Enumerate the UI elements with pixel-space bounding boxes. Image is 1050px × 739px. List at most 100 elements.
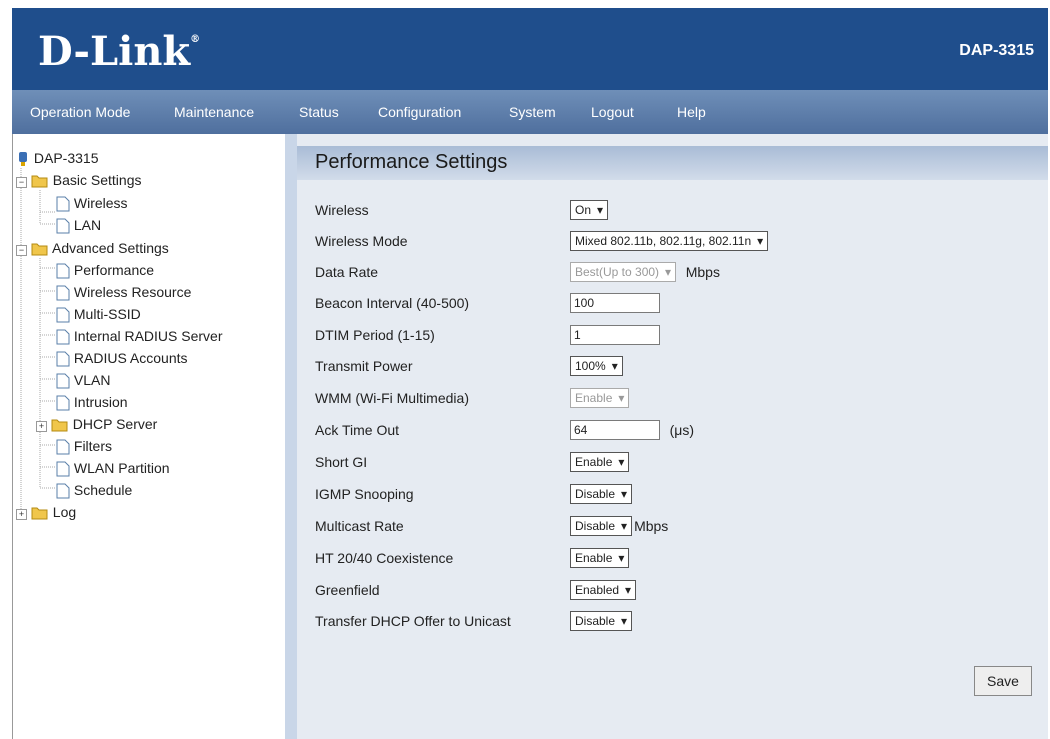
label-beacon-interval: Beacon Interval (40-500) bbox=[315, 295, 470, 311]
tree-item-schedule[interactable]: Schedule bbox=[56, 482, 132, 499]
menu-operation-mode[interactable]: Operation Mode bbox=[30, 104, 130, 120]
tree-item-multi-ssid[interactable]: Multi-SSID bbox=[56, 306, 141, 323]
label-ack-timeout: Ack Time Out bbox=[315, 422, 400, 438]
wireless-mode-select[interactable]: Mixed 802.11b, 802.11g, 802.11n ▾ bbox=[570, 231, 769, 251]
dtim-period-input[interactable]: 1 bbox=[570, 325, 660, 345]
ack-timeout-input[interactable]: 64 bbox=[570, 420, 660, 440]
short-gi-wrap: Enable ▾ bbox=[570, 452, 630, 472]
beacon-interval-input[interactable]: 100 bbox=[570, 293, 660, 313]
wmm-wrap: Enable ▾ bbox=[570, 388, 630, 408]
folder-icon bbox=[31, 507, 48, 520]
tree-item-wireless[interactable]: Wireless bbox=[56, 195, 128, 212]
label-multicast-rate: Multicast Rate bbox=[315, 518, 404, 534]
multicast-rate-wrap: Disable ▾ Mbps bbox=[570, 516, 668, 536]
chevron-down-icon: ▾ bbox=[611, 359, 618, 373]
tree-item-wireless-resource[interactable]: Wireless Resource bbox=[56, 284, 191, 301]
menu-logout[interactable]: Logout bbox=[591, 104, 634, 120]
page-icon bbox=[56, 218, 70, 234]
label-dhcp-unicast: Transfer DHCP Offer to Unicast bbox=[315, 613, 511, 629]
dhcp-unicast-select[interactable]: Disable ▾ bbox=[570, 611, 633, 631]
beacon-interval-wrap: 100 bbox=[570, 293, 660, 313]
label-transmit-power: Transmit Power bbox=[315, 358, 413, 374]
page-icon bbox=[56, 351, 70, 367]
label-data-rate: Data Rate bbox=[315, 264, 379, 280]
label-igmp-snooping: IGMP Snooping bbox=[315, 486, 414, 502]
tree-item-internal-radius[interactable]: Internal RADIUS Server bbox=[56, 328, 223, 345]
menu-configuration[interactable]: Configuration bbox=[378, 104, 461, 120]
tree-item-performance[interactable]: Performance bbox=[56, 262, 154, 279]
dlink-logo: D-Link® bbox=[38, 28, 201, 75]
multicast-rate-unit: Mbps bbox=[634, 518, 669, 534]
label-wireless-mode: Wireless Mode bbox=[315, 233, 408, 249]
chevron-down-icon: ▾ bbox=[621, 614, 628, 628]
wireless-select-wrap: On ▾ bbox=[570, 200, 609, 220]
page-icon bbox=[56, 285, 70, 301]
short-gi-select[interactable]: Enable ▾ bbox=[570, 452, 630, 472]
device-icon bbox=[19, 152, 27, 167]
menu-maintenance[interactable]: Maintenance bbox=[174, 104, 254, 120]
label-wmm: WMM (Wi-Fi Multimedia) bbox=[315, 390, 469, 406]
tree-item-vlan[interactable]: VLAN bbox=[56, 372, 110, 389]
transmit-power-select[interactable]: 100% ▾ bbox=[570, 356, 623, 376]
data-rate-wrap: Best(Up to 300) ▾ Mbps bbox=[570, 262, 720, 282]
page-icon bbox=[56, 196, 70, 212]
chevron-down-icon: ▾ bbox=[618, 391, 625, 405]
igmp-snooping-select[interactable]: Disable ▾ bbox=[570, 484, 633, 504]
transmit-power-wrap: 100% ▾ bbox=[570, 356, 623, 376]
folder-open-icon bbox=[31, 243, 48, 256]
menu-system[interactable]: System bbox=[509, 104, 556, 120]
dtim-period-wrap: 1 bbox=[570, 325, 660, 345]
label-short-gi: Short GI bbox=[315, 454, 368, 470]
expand-icon[interactable]: + bbox=[16, 509, 27, 520]
top-menu-bar: Operation Mode Maintenance Status Config… bbox=[12, 90, 1048, 134]
label-greenfield: Greenfield bbox=[315, 582, 380, 598]
tree-item-radius-accounts[interactable]: RADIUS Accounts bbox=[56, 350, 188, 367]
ack-timeout-wrap: 64 (μs) bbox=[570, 420, 694, 440]
label-wireless: Wireless bbox=[315, 202, 369, 218]
tree-item-dhcp-server[interactable]: + DHCP Server bbox=[36, 416, 157, 432]
tree-advanced-settings[interactable]: − Advanced Settings bbox=[16, 240, 169, 256]
chevron-down-icon: ▾ bbox=[665, 265, 672, 279]
chevron-down-icon: ▾ bbox=[757, 234, 764, 248]
chevron-down-icon: ▾ bbox=[625, 583, 632, 597]
tree-item-filters[interactable]: Filters bbox=[56, 438, 112, 455]
folder-open-icon bbox=[31, 175, 48, 188]
page-title-bar: Performance Settings bbox=[297, 146, 1048, 180]
navigation-tree: DAP-3315 − Basic Settings Wireless LAN −… bbox=[16, 148, 286, 739]
page-icon bbox=[56, 329, 70, 345]
page-icon bbox=[56, 439, 70, 455]
tree-item-wlan-partition[interactable]: WLAN Partition bbox=[56, 460, 170, 477]
page-icon bbox=[56, 461, 70, 477]
chevron-down-icon: ▾ bbox=[597, 203, 604, 217]
menu-status[interactable]: Status bbox=[299, 104, 339, 120]
header-bar: D-Link® DAP-3315 bbox=[12, 8, 1048, 90]
ht2040-wrap: Enable ▾ bbox=[570, 548, 630, 568]
page-icon bbox=[56, 307, 70, 323]
data-rate-select[interactable]: Best(Up to 300) ▾ bbox=[570, 262, 677, 282]
expand-icon[interactable]: + bbox=[36, 421, 47, 432]
tree-basic-settings[interactable]: − Basic Settings bbox=[16, 172, 142, 188]
collapse-icon[interactable]: − bbox=[16, 177, 27, 188]
save-button[interactable]: Save bbox=[974, 666, 1032, 696]
tree-item-intrusion[interactable]: Intrusion bbox=[56, 394, 128, 411]
page-icon bbox=[56, 395, 70, 411]
wireless-mode-wrap: Mixed 802.11b, 802.11g, 802.11n ▾ bbox=[570, 231, 769, 251]
label-dtim-period: DTIM Period (1-15) bbox=[315, 327, 435, 343]
tree-item-log[interactable]: + Log bbox=[16, 504, 76, 520]
wmm-select[interactable]: Enable ▾ bbox=[570, 388, 630, 408]
tree-item-lan[interactable]: LAN bbox=[56, 217, 101, 234]
collapse-icon[interactable]: − bbox=[16, 245, 27, 256]
ht2040-select[interactable]: Enable ▾ bbox=[570, 548, 630, 568]
panel-divider bbox=[285, 134, 297, 739]
menu-help[interactable]: Help bbox=[677, 104, 706, 120]
dhcp-unicast-wrap: Disable ▾ bbox=[570, 611, 633, 631]
greenfield-wrap: Enabled ▾ bbox=[570, 580, 637, 600]
folder-icon bbox=[51, 419, 68, 432]
page-icon bbox=[56, 373, 70, 389]
greenfield-select[interactable]: Enabled ▾ bbox=[570, 580, 637, 600]
tree-root[interactable]: DAP-3315 bbox=[16, 150, 98, 167]
chevron-down-icon: ▾ bbox=[621, 487, 628, 501]
wireless-select[interactable]: On ▾ bbox=[570, 200, 609, 220]
chevron-down-icon: ▾ bbox=[621, 519, 628, 533]
multicast-rate-select[interactable]: Disable ▾ bbox=[570, 516, 633, 536]
